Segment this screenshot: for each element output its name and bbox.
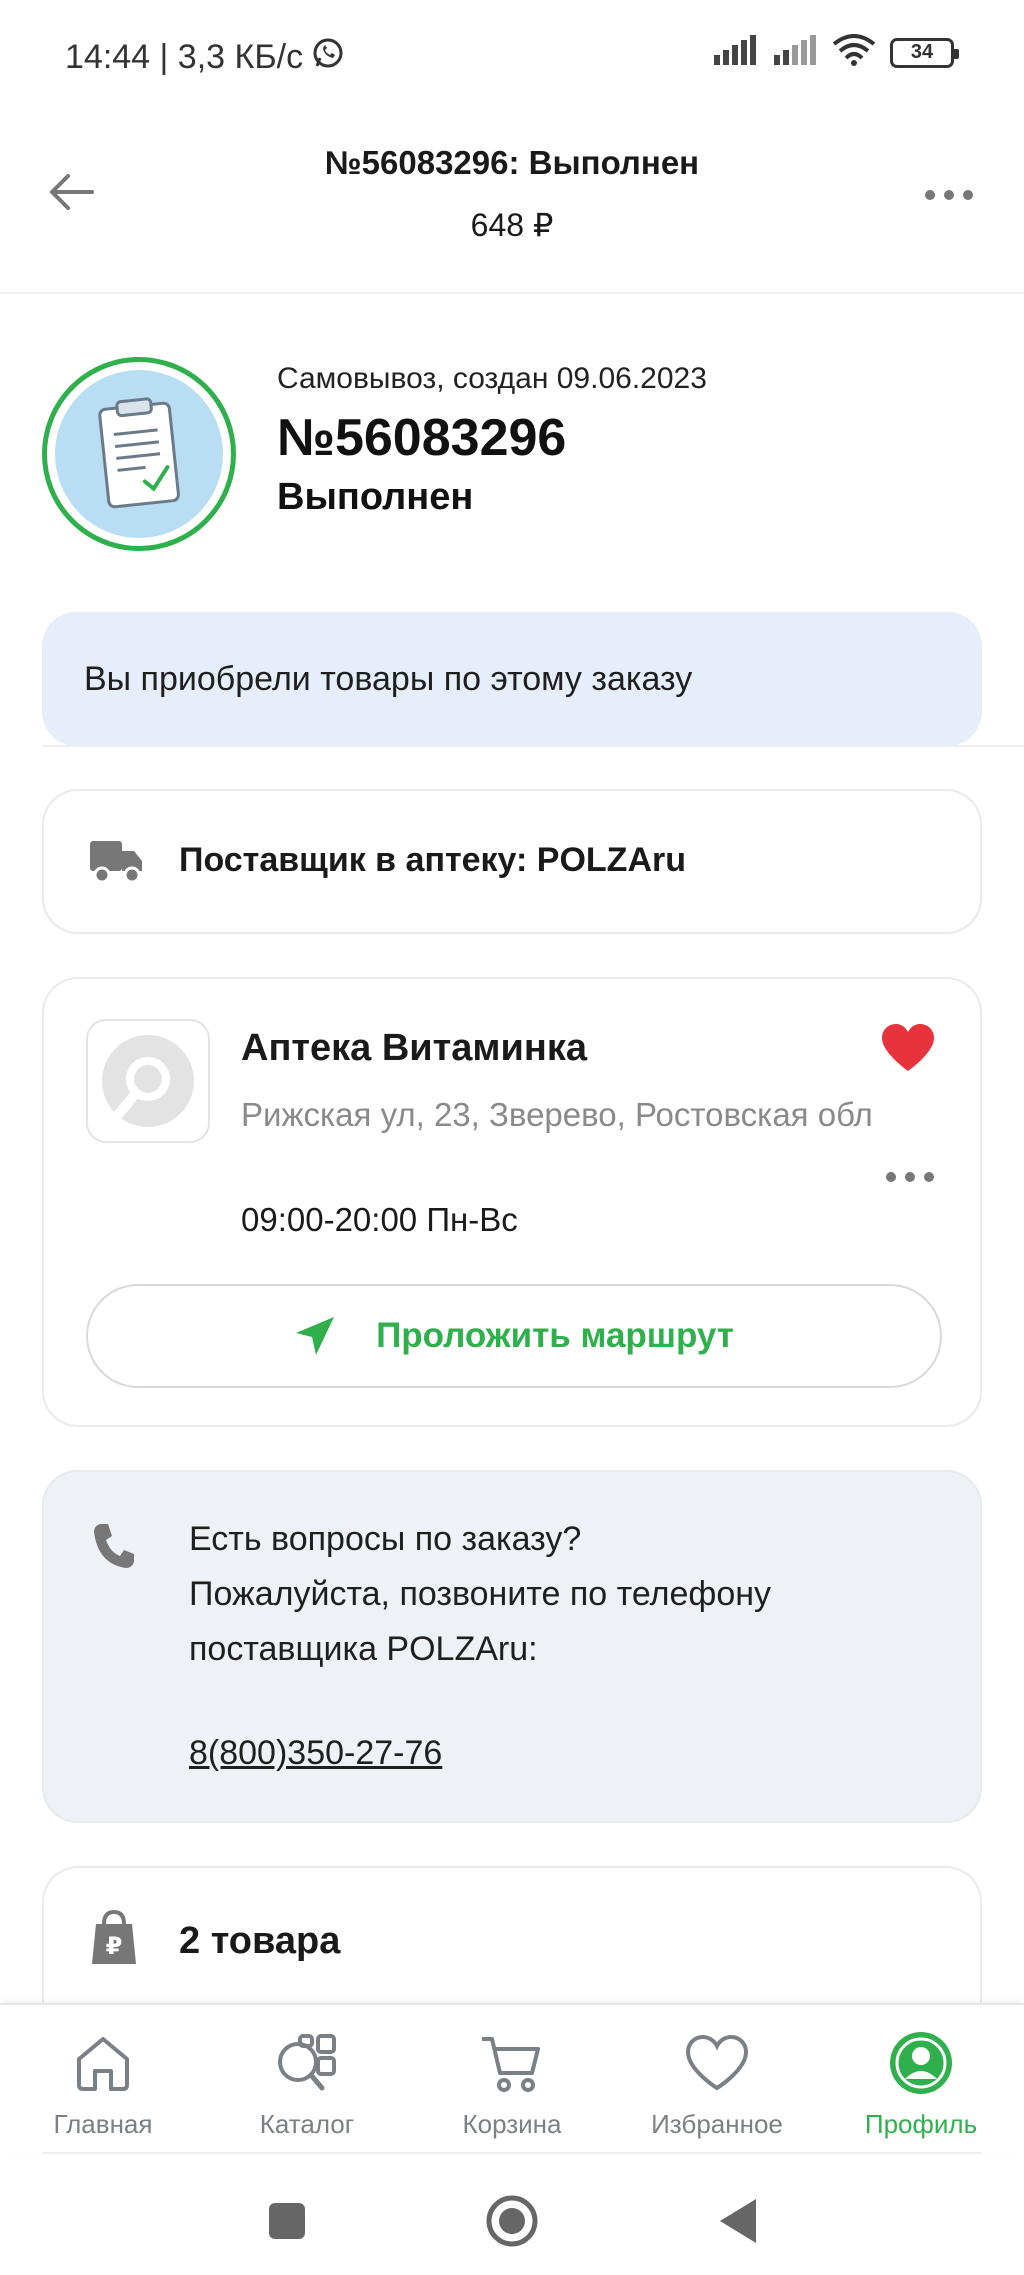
status-time-speed: 14:44 | 3,3 КБ/с xyxy=(65,38,304,76)
header-title: №56083296: Выполнен xyxy=(324,144,700,181)
top-app-bar: №56083296: Выполнен 648 ₽ xyxy=(0,110,1024,294)
order-items-card[interactable]: ₽ 2 товара xyxy=(42,1866,982,2026)
phone-icon xyxy=(92,1522,136,1575)
circle-icon xyxy=(486,2195,538,2247)
build-route-button[interactable]: Проложить маршрут xyxy=(86,1284,942,1388)
nav-cart-label: Корзина xyxy=(462,2109,562,2139)
nav-profile-label: Профиль xyxy=(864,2109,978,2139)
nav-profile[interactable]: Профиль xyxy=(821,2027,1021,2140)
status-bar: 14:44 | 3,3 КБ/с 34 xyxy=(0,0,1024,110)
navigation-arrow-icon xyxy=(296,1317,335,1355)
battery-indicator: 34 xyxy=(890,37,959,68)
whatsapp-icon xyxy=(311,36,345,79)
pharmacy-card: Аптека Витаминка Рижская ул, 23, Зверево… xyxy=(42,977,982,1427)
catalog-search-icon xyxy=(207,2027,407,2099)
nav-catalog[interactable]: Каталог xyxy=(207,2027,407,2140)
triangle-back-icon xyxy=(720,2199,756,2243)
profile-icon xyxy=(821,2027,1021,2099)
nav-separator xyxy=(42,2152,982,2154)
heart-icon xyxy=(882,1024,934,1071)
order-status: Выполнен xyxy=(277,476,474,518)
route-button-label: Проложить маршрут xyxy=(376,1316,734,1355)
pharmacy-logo xyxy=(86,1019,210,1143)
bottom-navigation: Главная Каталог Корзина Избранное Профил… xyxy=(0,2003,1024,2153)
order-status-illustration xyxy=(42,357,236,551)
truck-icon xyxy=(88,837,144,890)
nav-catalog-label: Каталог xyxy=(259,2109,355,2139)
square-icon xyxy=(269,2203,305,2239)
home-icon xyxy=(3,2027,203,2099)
recent-apps-button[interactable] xyxy=(247,2186,327,2256)
signal-icon xyxy=(712,35,758,70)
banner-text: Вы приобрели товары по этому заказу xyxy=(84,659,693,698)
purchase-info-banner: Вы приобрели товары по этому заказу xyxy=(42,612,982,746)
heart-outline-icon xyxy=(617,2027,817,2099)
nav-cart[interactable]: Корзина xyxy=(412,2027,612,2140)
battery-level: 34 xyxy=(910,41,934,63)
system-navigation-bar xyxy=(0,2160,1024,2275)
svg-text:₽: ₽ xyxy=(106,1932,123,1960)
back-system-button[interactable] xyxy=(697,2186,777,2256)
header-sum: 648 ₽ xyxy=(470,207,554,243)
order-number: №56083296 xyxy=(277,409,567,467)
wifi-icon xyxy=(832,34,876,71)
pharmacy-hours: 09:00-20:00 Пн-Вс xyxy=(241,1201,518,1238)
nav-favorites-label: Избранное xyxy=(651,2109,783,2139)
pharmacy-name: Аптека Витаминка xyxy=(241,1027,587,1069)
divider xyxy=(42,745,1024,747)
pharmacy-more-button[interactable] xyxy=(880,1157,940,1197)
questions-card: Есть вопросы по заказу? Пожалуйста, позв… xyxy=(42,1470,982,1823)
favorite-button[interactable] xyxy=(880,1023,940,1079)
supplier-label: Поставщик в аптеку: POLZAru xyxy=(179,841,686,879)
clipboard-check-icon xyxy=(55,370,223,538)
pharmacy-address: Рижская ул, 23, Зверево, Ростовская обл xyxy=(241,1096,873,1133)
order-subtitle: Самовывоз, создан 09.06.2023 xyxy=(277,362,707,395)
more-dots-icon xyxy=(886,1172,934,1182)
more-dots-icon xyxy=(925,190,973,200)
questions-line1: Есть вопросы по заказу? xyxy=(189,1520,582,1558)
nav-favorites[interactable]: Избранное xyxy=(617,2027,817,2140)
status-right: 34 xyxy=(712,34,959,71)
nav-home-label: Главная xyxy=(53,2109,153,2139)
supplier-card: Поставщик в аптеку: POLZAru xyxy=(42,789,982,934)
signal-icon-2 xyxy=(772,35,818,70)
status-left: 14:44 | 3,3 КБ/с xyxy=(65,36,345,79)
items-count: 2 товара xyxy=(179,1920,341,1962)
questions-line2: Пожалуйста, позвоните по телефону постав… xyxy=(189,1575,772,1668)
home-system-button[interactable] xyxy=(472,2186,552,2256)
ruble-bag-icon: ₽ xyxy=(90,1909,138,1971)
more-options-button[interactable] xyxy=(914,170,984,220)
questions-text: Есть вопросы по заказу? Пожалуйста, позв… xyxy=(189,1512,929,1677)
cart-icon xyxy=(412,2027,612,2099)
supplier-phone-link[interactable]: 8(800)350-27-76 xyxy=(189,1734,442,1773)
nav-home[interactable]: Главная xyxy=(3,2027,203,2140)
